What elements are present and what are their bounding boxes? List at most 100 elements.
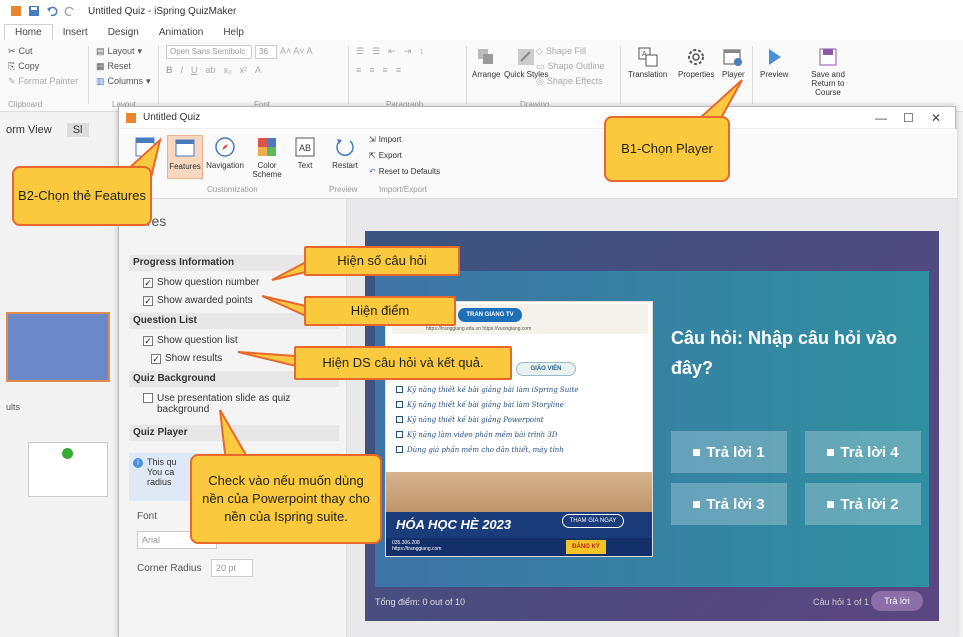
- tab-design[interactable]: Design: [98, 25, 149, 40]
- undo-icon[interactable]: [46, 5, 58, 17]
- use-presentation-slide-option[interactable]: Use presentation slide as quiz backgroun…: [143, 393, 313, 415]
- submit-button[interactable]: Trả lời: [871, 591, 923, 611]
- show-question-list-option[interactable]: ✓ Show question list: [143, 335, 238, 346]
- callout-b1: B1-Chọn Player: [604, 116, 730, 182]
- grow-font-icon[interactable]: A˄ A˅ A: [280, 44, 313, 59]
- show-question-list-label: Show question list: [157, 335, 238, 346]
- color-scheme-button[interactable]: Color Scheme: [249, 135, 285, 179]
- checkbox-checked[interactable]: ✓: [143, 335, 153, 346]
- answer-label: Trả lời 2: [840, 495, 899, 513]
- brand-url: https://tranggiang.edu.vn https://vuongi…: [426, 326, 532, 332]
- text-button[interactable]: AB Text: [287, 135, 323, 170]
- superscript-icon[interactable]: x²: [240, 63, 248, 78]
- reset-button[interactable]: ▦ Reset: [96, 59, 151, 74]
- answer-option[interactable]: Trả lời 4: [805, 431, 921, 473]
- form-view-tab[interactable]: orm View Sl: [0, 120, 120, 144]
- info-icon: i: [133, 458, 143, 468]
- maximize-icon[interactable]: ☐: [903, 111, 914, 125]
- shape-fill-button[interactable]: ◇ Shape Fill: [536, 44, 605, 59]
- redo-icon[interactable]: [64, 5, 76, 17]
- bold-icon[interactable]: B: [166, 63, 173, 78]
- font-family-select[interactable]: Open Sans Semibolc: [166, 44, 252, 59]
- restart-button[interactable]: Restart: [327, 135, 363, 170]
- slide-view-tab[interactable]: Sl: [66, 123, 89, 137]
- reset-defaults-label: Reset to Defaults: [378, 167, 441, 176]
- quiz-slide: TRAN GIANG TV https://tranggiang.edu.vn …: [375, 271, 929, 587]
- answer-option[interactable]: Trả lời 2: [805, 483, 921, 525]
- columns-button[interactable]: ▥ Columns ▾: [96, 74, 151, 89]
- layout-label: Layout: [107, 46, 135, 56]
- format-painter-button[interactable]: ✎ Format Painter: [8, 74, 78, 89]
- answer-label: Trả lời 3: [706, 495, 765, 513]
- callout-points: Hiện điểm: [304, 296, 456, 326]
- checkbox-checked[interactable]: ✓: [151, 353, 161, 364]
- indent-icon[interactable]: ⇤: [388, 44, 396, 59]
- underline-icon[interactable]: U: [191, 63, 198, 78]
- tab-animation[interactable]: Animation: [149, 25, 213, 40]
- reset-defaults-button[interactable]: ↶ Reset to Defaults: [369, 167, 440, 176]
- italic-icon[interactable]: I: [181, 63, 184, 78]
- bullets-icon[interactable]: ☰: [356, 44, 364, 59]
- save-return-button[interactable]: Save and Return to Course: [798, 46, 858, 97]
- layout-button[interactable]: ▤ Layout ▾: [96, 44, 151, 59]
- show-question-number-option[interactable]: ✓ Show question number: [143, 277, 259, 288]
- divider: [620, 46, 621, 104]
- copy-button[interactable]: ⎘ Copy: [8, 59, 78, 74]
- font-size-select[interactable]: 36: [255, 44, 277, 59]
- import-button[interactable]: ⇲ Import: [369, 135, 401, 144]
- preview-group-label: Preview: [329, 185, 358, 194]
- slide-thumbnail[interactable]: [6, 312, 110, 382]
- justify-icon[interactable]: ≡: [396, 63, 401, 78]
- features-label: Features: [169, 162, 201, 171]
- cut-button[interactable]: ✂ Cut: [8, 44, 78, 59]
- strike-icon[interactable]: ab: [206, 63, 216, 78]
- align-right-icon[interactable]: ≡: [383, 63, 388, 78]
- app-logo-icon: [11, 6, 21, 16]
- checkbox-checked[interactable]: ✓: [143, 295, 153, 306]
- save-icon[interactable]: [28, 5, 40, 17]
- shape-outline-button[interactable]: ▭ Shape Outline: [536, 59, 605, 74]
- question-text: Câu hỏi: Nhập câu hỏi vào đây?: [671, 328, 898, 378]
- export-label: Export: [378, 151, 402, 160]
- show-awarded-points-option[interactable]: ✓ Show awarded points: [143, 295, 253, 306]
- close-icon[interactable]: ✕: [931, 111, 941, 125]
- list-item: Kỹ năng thiết kế bài giảng bài làm iSpri…: [396, 382, 596, 397]
- tab-help[interactable]: Help: [213, 25, 254, 40]
- font-color-icon[interactable]: A: [255, 63, 261, 78]
- check-icon: [62, 448, 73, 459]
- player-button[interactable]: Player: [722, 46, 745, 79]
- show-results-option[interactable]: ✓ Show results: [151, 353, 222, 364]
- preview-button[interactable]: Preview: [760, 46, 788, 79]
- line-spacing-icon[interactable]: ↕: [419, 44, 424, 59]
- format-painter-label: Format Painter: [18, 76, 79, 86]
- shape-fill-icon: ◇: [536, 46, 543, 56]
- columns-icon: ▥: [96, 76, 105, 86]
- tab-home[interactable]: Home: [4, 24, 53, 40]
- align-left-icon[interactable]: ≡: [356, 63, 361, 78]
- columns-label: Columns: [107, 76, 144, 86]
- arrange-button[interactable]: Arrange: [472, 46, 500, 79]
- shape-effects-button[interactable]: ◎ Shape Effects: [536, 74, 605, 89]
- properties-button[interactable]: Properties: [678, 46, 714, 79]
- checkbox-unchecked[interactable]: [143, 393, 153, 403]
- reset-icon: ▦: [96, 61, 105, 71]
- align-center-icon[interactable]: ≡: [369, 63, 374, 78]
- tab-insert[interactable]: Insert: [53, 25, 98, 40]
- minimize-icon[interactable]: —: [875, 111, 887, 125]
- subscript-icon[interactable]: x₂: [224, 63, 232, 78]
- reset-label: Reset: [107, 61, 132, 71]
- outdent-icon[interactable]: ⇥: [404, 44, 412, 59]
- text-icon: AB: [295, 137, 315, 157]
- features-icon: [175, 139, 195, 157]
- checkbox-checked[interactable]: ✓: [143, 277, 153, 288]
- navigation-button[interactable]: Navigation: [206, 135, 244, 170]
- translation-button[interactable]: A Translation: [628, 46, 667, 79]
- answer-option[interactable]: Trả lời 3: [671, 483, 787, 525]
- corner-radius-input[interactable]: 20 pt: [211, 559, 253, 577]
- answer-label: Trả lời 1: [706, 443, 765, 461]
- template-button[interactable]: [127, 135, 163, 161]
- numbering-icon[interactable]: ☰: [372, 44, 380, 59]
- answer-option[interactable]: Trả lời 1: [671, 431, 787, 473]
- export-button[interactable]: ⇱ Export: [369, 151, 402, 160]
- features-button[interactable]: Features: [167, 135, 203, 179]
